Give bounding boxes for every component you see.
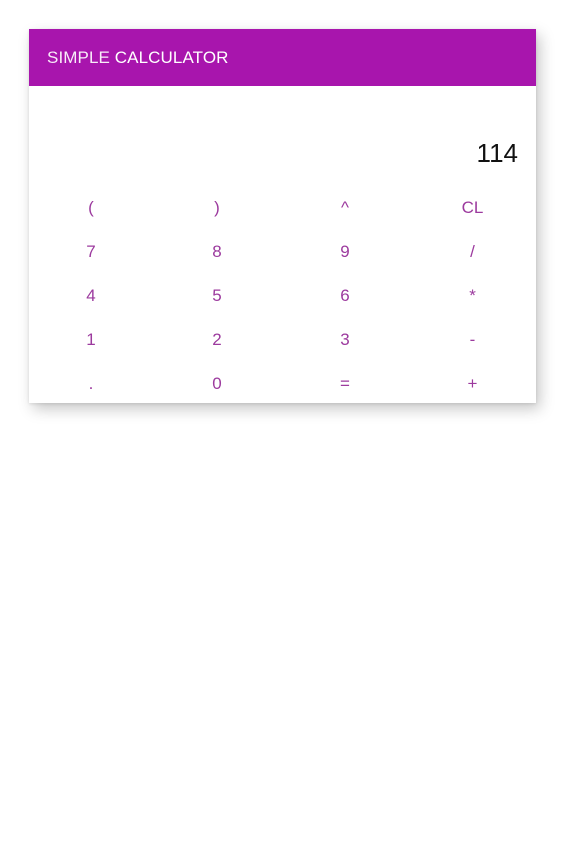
key-4[interactable]: 4 [29, 274, 153, 318]
key-decimal[interactable]: . [29, 362, 153, 406]
key-5[interactable]: 5 [153, 274, 281, 318]
key-7[interactable]: 7 [29, 230, 153, 274]
key-equals[interactable]: = [281, 362, 409, 406]
key-multiply[interactable]: * [409, 274, 536, 318]
app-title-light: SIMPLE [47, 47, 115, 67]
key-subtract[interactable]: - [409, 318, 536, 362]
keypad-row: 4 5 6 * [29, 274, 536, 318]
key-2[interactable]: 2 [153, 318, 281, 362]
key-8[interactable]: 8 [153, 230, 281, 274]
key-open-paren[interactable]: ( [29, 186, 153, 230]
keypad-row: 1 2 3 - [29, 318, 536, 362]
key-power[interactable]: ^ [281, 186, 409, 230]
key-3[interactable]: 3 [281, 318, 409, 362]
keypad-row: ( ) ^ CL [29, 186, 536, 230]
key-6[interactable]: 6 [281, 274, 409, 318]
keypad: ( ) ^ CL 7 8 9 / 4 5 6 * 1 2 3 - . 0 = + [29, 186, 536, 406]
key-0[interactable]: 0 [153, 362, 281, 406]
keypad-row: 7 8 9 / [29, 230, 536, 274]
key-1[interactable]: 1 [29, 318, 153, 362]
calculator-card: SIMPLE CALCULATOR 114 ( ) ^ CL 7 8 9 / 4… [29, 29, 536, 403]
key-clear[interactable]: CL [409, 186, 536, 230]
result-display: 114 [476, 138, 518, 168]
keypad-row: . 0 = + [29, 362, 536, 406]
key-add[interactable]: + [409, 362, 536, 406]
app-header: SIMPLE CALCULATOR [29, 29, 536, 86]
app-title: SIMPLE CALCULATOR [47, 48, 229, 68]
key-9[interactable]: 9 [281, 230, 409, 274]
key-close-paren[interactable]: ) [153, 186, 281, 230]
app-title-bold: CALCULATOR [114, 47, 229, 67]
key-divide[interactable]: / [409, 230, 536, 274]
